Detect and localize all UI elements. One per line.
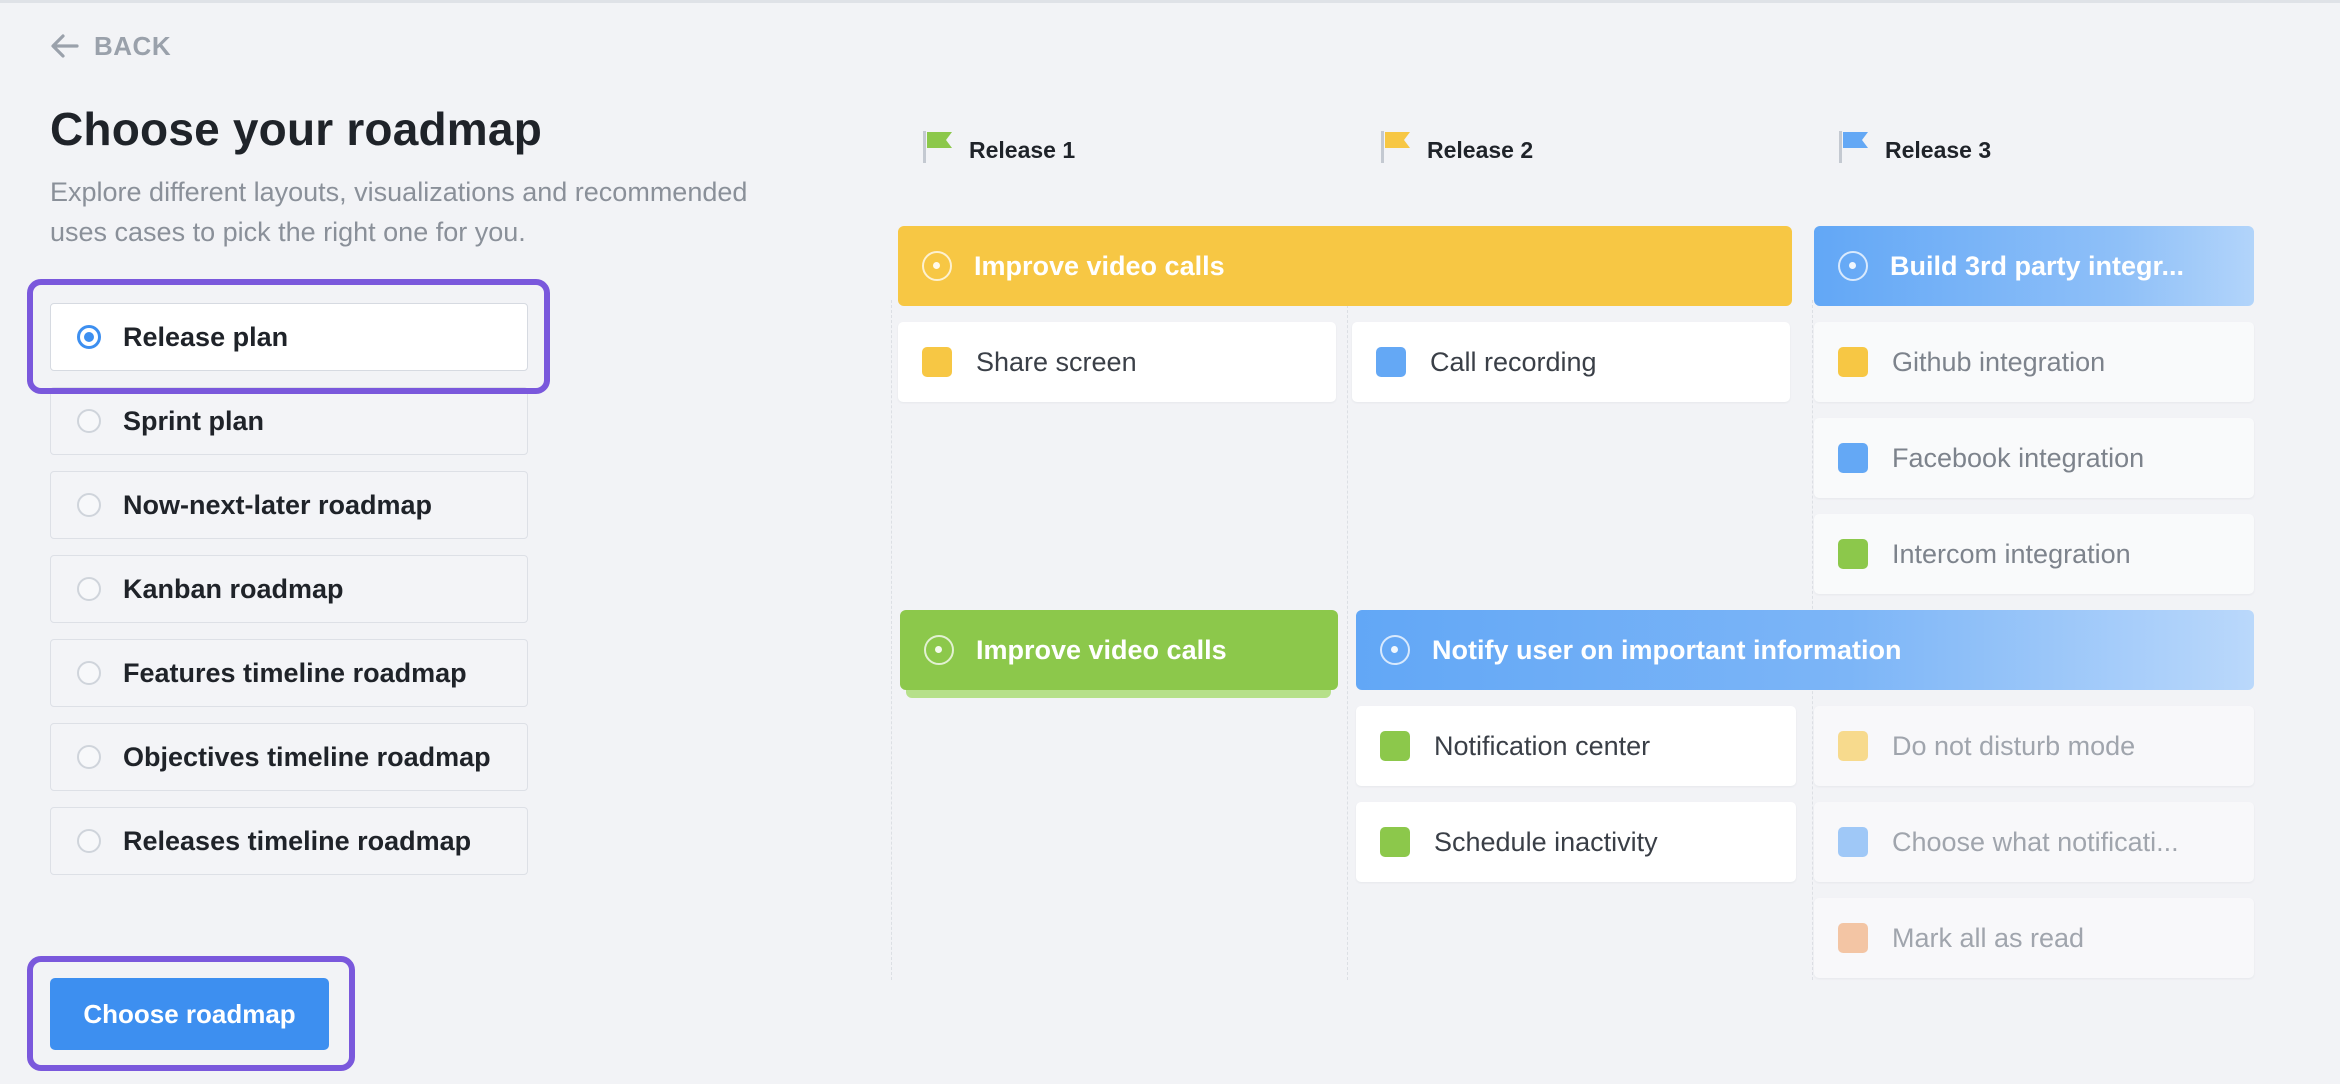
page-subtitle: Explore different layouts, visualization… [50, 177, 748, 247]
option-label: Objectives timeline roadmap [123, 741, 491, 772]
color-square-icon [1838, 443, 1868, 473]
radio-icon[interactable] [77, 577, 101, 601]
card-label: Mark all as read [1892, 922, 2085, 953]
color-square-icon [1380, 827, 1410, 857]
flag-icon [921, 129, 955, 171]
color-square-icon [1838, 923, 1868, 953]
radio-icon[interactable] [77, 661, 101, 685]
option-label: Kanban roadmap [123, 573, 344, 604]
epic-label: Notify user on important information [1432, 634, 1902, 665]
target-icon [1380, 635, 1410, 665]
color-square-icon [1838, 539, 1868, 569]
epic-bar[interactable]: Notify user on important information [1356, 610, 2254, 690]
option-label: Release plan [123, 321, 289, 352]
feature-card[interactable]: Schedule inactivity [1356, 802, 1796, 882]
card-label: Do not disturb mode [1892, 730, 2136, 761]
radio-icon[interactable] [77, 409, 101, 433]
card-label: Share screen [976, 346, 1137, 377]
flag-icon [1837, 129, 1871, 171]
card-label: Github integration [1892, 346, 2106, 377]
arrow-left-icon [50, 33, 80, 59]
choose-roadmap-button[interactable]: Choose roadmap [50, 978, 329, 1050]
epic-bar[interactable]: Improve video calls [898, 226, 1792, 306]
option-releases-timeline-roadmap[interactable]: Releases timeline roadmap [50, 807, 528, 875]
option-label: Releases timeline roadmap [123, 825, 472, 856]
target-icon [1838, 251, 1868, 281]
target-icon [924, 635, 954, 665]
feature-card[interactable]: Share screen [898, 322, 1336, 402]
card-label: Schedule inactivity [1434, 826, 1658, 857]
card-label: Notification center [1434, 730, 1651, 761]
release-header-2: Release 2 [1379, 130, 1533, 170]
color-square-icon [1376, 347, 1406, 377]
option-label: Now-next-later roadmap [123, 489, 433, 520]
card-label: Choose what notificati... [1892, 826, 2179, 857]
epic-label: Improve video calls [974, 250, 1225, 281]
feature-card[interactable]: Call recording [1352, 322, 1790, 402]
epic-bar[interactable]: Improve video calls [900, 610, 1338, 690]
option-release-plan[interactable]: Release plan [50, 303, 528, 371]
top-divider [0, 0, 2340, 3]
feature-card[interactable]: Intercom integration [1814, 514, 2254, 594]
option-sprint-plan[interactable]: Sprint plan [50, 387, 528, 455]
option-now-next-later-roadmap[interactable]: Now-next-later roadmap [50, 471, 528, 539]
card-label: Intercom integration [1892, 538, 2131, 569]
release-label: Release 1 [969, 136, 1076, 163]
feature-card[interactable]: Github integration [1814, 322, 2254, 402]
feature-card[interactable]: Notification center [1356, 706, 1796, 786]
option-objectives-timeline-roadmap[interactable]: Objectives timeline roadmap [50, 723, 528, 791]
back-label: BACK [94, 30, 172, 61]
back-button[interactable]: BACK [50, 28, 171, 64]
epic-label: Build 3rd party integr... [1890, 250, 2185, 281]
card-label: Call recording [1430, 346, 1597, 377]
radio-icon[interactable] [77, 829, 101, 853]
release-header-3: Release 3 [1837, 130, 1991, 170]
release-header-1: Release 1 [921, 130, 1075, 170]
color-square-icon [1838, 347, 1868, 377]
feature-card[interactable]: Facebook integration [1814, 418, 2254, 498]
feature-card[interactable]: Do not disturb mode [1814, 706, 2254, 786]
option-kanban-roadmap[interactable]: Kanban roadmap [50, 555, 528, 623]
page-title: Choose your roadmap [50, 103, 542, 155]
radio-icon[interactable] [77, 493, 101, 517]
epic-label: Improve video calls [976, 634, 1227, 665]
column-divider [1347, 300, 1348, 980]
radio-icon[interactable] [77, 745, 101, 769]
color-square-icon [1838, 827, 1868, 857]
release-label: Release 3 [1885, 136, 1992, 163]
flag-icon [1379, 129, 1413, 171]
feature-card[interactable]: Mark all as read [1814, 898, 2254, 978]
radio-selected-icon[interactable] [77, 325, 101, 349]
color-square-icon [1838, 731, 1868, 761]
option-label: Features timeline roadmap [123, 657, 467, 688]
color-square-icon [922, 347, 952, 377]
color-square-icon [1380, 731, 1410, 761]
option-features-timeline-roadmap[interactable]: Features timeline roadmap [50, 639, 528, 707]
option-label: Sprint plan [123, 405, 264, 436]
column-divider [891, 300, 892, 980]
card-label: Facebook integration [1892, 442, 2145, 473]
target-icon [922, 251, 952, 281]
feature-card[interactable]: Choose what notificati... [1814, 802, 2254, 882]
epic-bar[interactable]: Build 3rd party integr... [1814, 226, 2254, 306]
release-label: Release 2 [1427, 136, 1534, 163]
